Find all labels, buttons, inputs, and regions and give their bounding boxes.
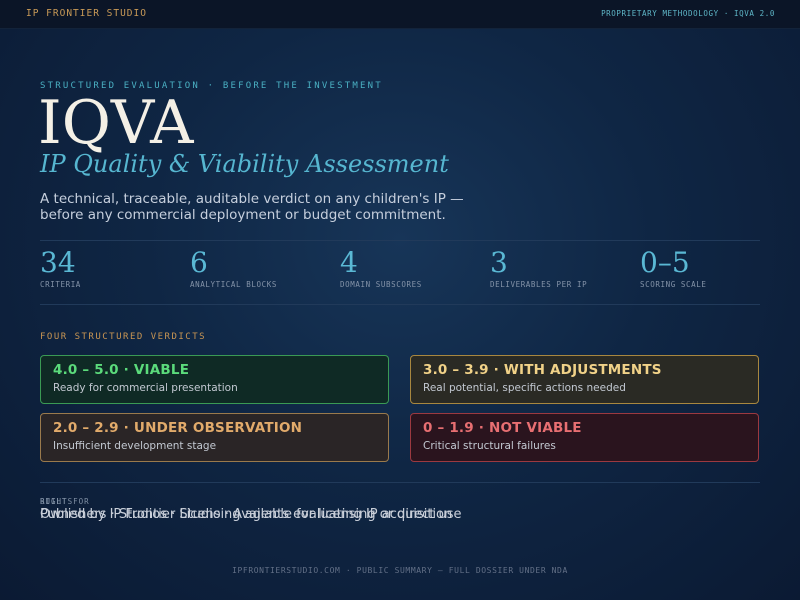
verdict-title: 3.0 – 3.9 · WITH ADJUSTMENTS xyxy=(423,362,662,378)
stat-value: 6 xyxy=(190,246,208,279)
divider xyxy=(40,240,760,241)
stat-label: ANALYTICAL BLOCKS xyxy=(190,280,277,289)
footer-bottom-line: IPFRONTIERSTUDIO.COM · PUBLIC SUMMARY — … xyxy=(232,566,568,575)
built-for-label: BUILT FOR xyxy=(40,497,90,506)
verdict-description: Ready for commercial presentation xyxy=(53,382,238,394)
stat-label: DELIVERABLES PER IP xyxy=(490,280,588,289)
verdict-title: 2.0 – 2.9 · UNDER OBSERVATION xyxy=(53,420,303,436)
stat-criteria: 34 CRITERIA xyxy=(40,246,81,290)
stat-deliverables: 3 DELIVERABLES PER IP xyxy=(490,246,588,290)
stat-label: SCORING SCALE xyxy=(640,280,707,289)
stat-label: DOMAIN SUBSCORES xyxy=(340,280,422,289)
stat-domain-subscores: 4 DOMAIN SUBSCORES xyxy=(340,246,422,290)
verdict-description: Critical structural failures xyxy=(423,440,556,452)
intro-paragraph: A technical, traceable, auditable verdic… xyxy=(40,191,510,223)
verdict-description: Real potential, specific actions needed xyxy=(423,382,626,394)
verdict-card-under-observation: 2.0 – 2.9 · UNDER OBSERVATION Insufficie… xyxy=(40,413,389,462)
brand-name: IP FRONTIER STUDIO xyxy=(26,8,147,19)
top-bar: IP FRONTIER STUDIO PROPRIETARY METHODOLO… xyxy=(0,0,800,29)
stat-value: 4 xyxy=(340,246,358,279)
verdicts-heading: FOUR STRUCTURED VERDICTS xyxy=(40,332,207,342)
methodology-label: PROPRIETARY METHODOLOGY · IQVA 2.0 xyxy=(601,9,775,18)
verdict-card-viable: 4.0 – 5.0 · VIABLE Ready for commercial … xyxy=(40,355,389,404)
page-subtitle: IP Quality & Viability Assessment xyxy=(40,150,449,178)
built-for-text: Publishers · Studios · Licensing agents … xyxy=(40,507,453,522)
stat-value: 0–5 xyxy=(640,246,690,279)
verdict-card-with-adjustments: 3.0 – 3.9 · WITH ADJUSTMENTS Real potent… xyxy=(410,355,759,404)
intro-line: A technical, traceable, auditable verdic… xyxy=(40,191,464,207)
divider xyxy=(40,482,760,483)
stat-label: CRITERIA xyxy=(40,280,81,289)
stat-value: 3 xyxy=(490,246,508,279)
stat-analytical-blocks: 6 ANALYTICAL BLOCKS xyxy=(190,246,277,290)
intro-line: before any commercial deployment or budg… xyxy=(40,206,446,223)
verdict-title: 0 – 1.9 · NOT VIABLE xyxy=(423,420,582,436)
stat-scoring-scale: 0–5 SCORING SCALE xyxy=(640,246,707,290)
divider xyxy=(40,304,760,305)
verdict-card-not-viable: 0 – 1.9 · NOT VIABLE Critical structural… xyxy=(410,413,759,462)
verdict-description: Insufficient development stage xyxy=(53,440,217,452)
stat-value: 34 xyxy=(40,246,76,279)
verdict-title: 4.0 – 5.0 · VIABLE xyxy=(53,362,190,378)
